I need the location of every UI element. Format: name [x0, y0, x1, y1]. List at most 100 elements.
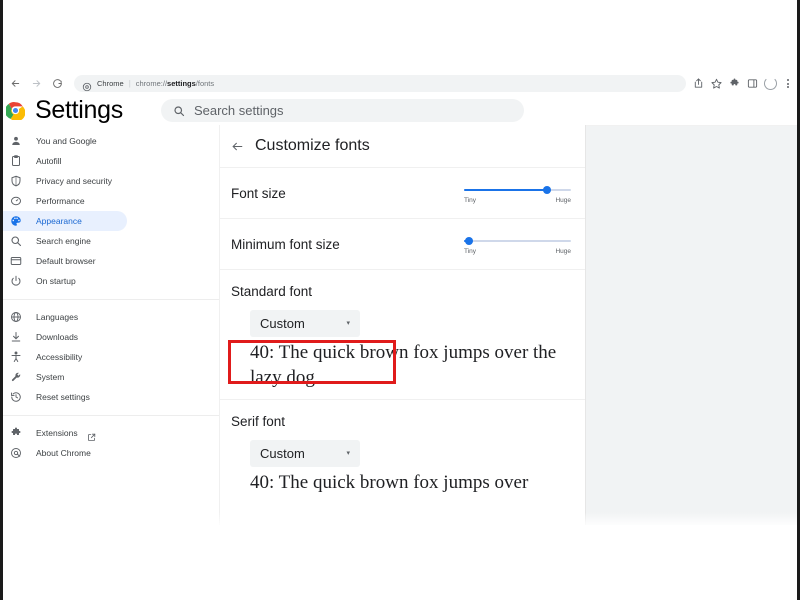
font-size-max-label: Huge	[555, 196, 571, 204]
font-size-slider-scale: Tiny Huge	[464, 197, 571, 204]
omnibox-separator: |	[128, 79, 131, 88]
history-restore-icon	[9, 391, 22, 404]
sidebar-item-default-browser[interactable]: Default browser	[0, 251, 127, 271]
minimum-font-size-row: Minimum font size Tiny Huge	[220, 218, 585, 269]
more-menu-kebab-icon[interactable]	[780, 76, 796, 92]
globe-icon	[9, 311, 22, 324]
palette-icon	[9, 215, 22, 228]
back-arrow-icon[interactable]	[230, 139, 244, 153]
sidebar-item-about-chrome[interactable]: About Chrome	[0, 443, 127, 463]
serif-font-value: Custom	[260, 446, 305, 462]
standard-font-dropdown[interactable]: Custom ▾	[250, 310, 360, 337]
font-size-slider-track[interactable]	[464, 185, 571, 196]
person-icon	[9, 135, 22, 148]
chrome-circle-icon	[9, 447, 22, 460]
sidebar-item-you-and-google[interactable]: You and Google	[0, 131, 127, 151]
sidebar-item-system[interactable]: System	[0, 367, 127, 387]
panel-header: Customize fonts	[220, 125, 585, 167]
font-size-min-label: Tiny	[464, 196, 477, 204]
standard-font-value: Custom	[260, 316, 305, 331]
serif-font-dropdown[interactable]: Custom ▾	[250, 440, 360, 468]
omnibox-url: chrome://settings/fonts	[136, 79, 214, 88]
sidebar-group-2: Languages Downloads Accessibility System…	[0, 299, 219, 411]
url-suffix: /fonts	[195, 79, 215, 88]
forward-button[interactable]	[27, 74, 46, 93]
address-bar[interactable]: Chrome | chrome://settings/fonts	[74, 75, 686, 92]
download-icon	[9, 331, 22, 344]
sidebar-label: Extensions	[36, 428, 78, 438]
bookmark-star-icon[interactable]	[708, 76, 724, 92]
reload-button[interactable]	[48, 74, 67, 93]
sidebar-item-performance[interactable]: Performance	[0, 191, 127, 211]
search-settings-field[interactable]: Search settings	[160, 98, 524, 122]
side-panel-icon[interactable]	[744, 76, 760, 92]
sidebar-item-privacy-and-security[interactable]: Privacy and security	[0, 171, 127, 191]
settings-main-card: Customize fonts Font size Tiny Huge Mini…	[220, 125, 586, 525]
font-size-row: Font size Tiny Huge	[220, 167, 585, 218]
sidebar-item-reset-settings[interactable]: Reset settings	[0, 387, 127, 407]
sidebar-item-languages[interactable]: Languages	[0, 307, 127, 327]
sidebar-label: About Chrome	[36, 448, 91, 458]
sidebar-label: Languages	[36, 312, 79, 322]
search-placeholder-text: Search settings	[193, 102, 284, 118]
url-bold-segment: settings	[167, 79, 196, 88]
serif-font-section: Serif font Custom ▾ 40: The quick brown …	[220, 399, 585, 505]
font-size-slider-fill	[464, 189, 548, 191]
sidebar-label: Autofill	[36, 156, 62, 166]
browser-toolbar: Chrome | chrome://settings/fonts	[0, 72, 800, 95]
minimum-font-size-min-label: Tiny	[464, 247, 477, 255]
sidebar-label: Default browser	[36, 256, 96, 266]
autofill-icon	[9, 155, 22, 168]
standard-font-section: Standard font Custom ▾ 40: The quick bro…	[220, 269, 585, 399]
extensions-puzzle-icon[interactable]	[726, 76, 742, 92]
share-icon[interactable]	[690, 76, 706, 92]
chrome-logo	[4, 100, 26, 121]
sidebar-item-extensions[interactable]: Extensions	[0, 423, 127, 443]
sidebar-group-1: You and Google Autofill Privacy and secu…	[0, 131, 219, 295]
speedometer-icon	[9, 195, 22, 208]
frame-bottom-letterbox	[0, 528, 800, 600]
profile-avatar-icon[interactable]	[762, 76, 778, 92]
standard-font-label: Standard font	[231, 284, 313, 299]
serif-font-sample: 40: The quick brown fox jumps over	[250, 472, 529, 494]
sidebar-item-downloads[interactable]: Downloads	[0, 327, 127, 347]
power-icon	[9, 275, 22, 288]
toolbar-actions	[690, 76, 800, 92]
nav-button-group	[0, 74, 67, 93]
sidebar-item-autofill[interactable]: Autofill	[0, 151, 127, 171]
sidebar-group-3: Extensions About Chrome	[0, 415, 219, 467]
font-size-slider[interactable]: Tiny Huge	[464, 183, 571, 204]
serif-font-label: Serif font	[231, 414, 286, 430]
sidebar-item-on-startup[interactable]: On startup	[0, 271, 127, 291]
page-title: Settings	[35, 95, 123, 124]
accessibility-icon	[9, 351, 22, 364]
sidebar-item-search-engine[interactable]: Search engine	[0, 231, 127, 251]
settings-page: Settings Search settings You and Google …	[0, 95, 800, 525]
sidebar-label: You and Google	[36, 136, 97, 146]
sidebar-label: Performance	[36, 196, 85, 206]
sidebar-label: System	[36, 372, 65, 382]
minimum-font-size-max-label: Huge	[555, 247, 571, 255]
customize-fonts-panel: Customize fonts Font size Tiny Huge Mini…	[220, 125, 585, 505]
font-size-slider-thumb[interactable]	[543, 186, 552, 194]
sidebar-label: Appearance	[36, 216, 82, 226]
sidebar-label: Search engine	[36, 236, 91, 246]
back-button[interactable]	[6, 74, 25, 93]
puzzle-icon	[9, 427, 22, 440]
chevron-down-icon: ▾	[346, 320, 350, 327]
sidebar-item-appearance[interactable]: Appearance	[0, 211, 127, 231]
frame-edge-left	[0, 0, 3, 600]
minimum-font-size-slider[interactable]: Tiny Huge	[464, 234, 571, 255]
omnibox-chip-label: Chrome	[97, 79, 124, 88]
sidebar-label: Downloads	[36, 332, 79, 342]
sidebar-item-accessibility[interactable]: Accessibility	[0, 347, 127, 367]
chrome-settings-page-icon	[82, 79, 92, 91]
external-link-icon	[87, 429, 96, 441]
minimum-font-size-slider-thumb[interactable]	[465, 237, 474, 245]
minimum-font-size-slider-track[interactable]	[464, 236, 571, 247]
url-prefix: chrome://	[135, 79, 168, 88]
sidebar-label: Reset settings	[36, 392, 90, 402]
chevron-down-icon: ▾	[346, 450, 350, 458]
sidebar-label: On startup	[36, 276, 76, 286]
sidebar-label: Accessibility	[36, 352, 83, 362]
